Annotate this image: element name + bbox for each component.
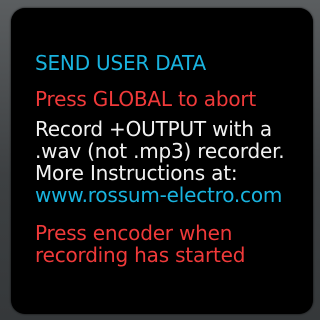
more-instructions-label: More Instructions at: xyxy=(35,161,238,185)
abort-instruction: Press GLOBAL to abort xyxy=(35,87,257,111)
website-url: www.rossum-electro.com xyxy=(35,183,283,207)
encoder-instruction-line-1: Press encoder when xyxy=(35,221,233,245)
oled-screen: SEND USER DATA Press GLOBAL to abort Rec… xyxy=(11,8,313,314)
screen-title: SEND USER DATA xyxy=(35,51,206,75)
record-instruction-line-1: Record +OUTPUT with a xyxy=(35,117,272,141)
encoder-instruction-line-2: recording has started xyxy=(35,243,246,267)
record-instruction-line-2: .wav (not .mp3) recorder. xyxy=(35,139,285,163)
